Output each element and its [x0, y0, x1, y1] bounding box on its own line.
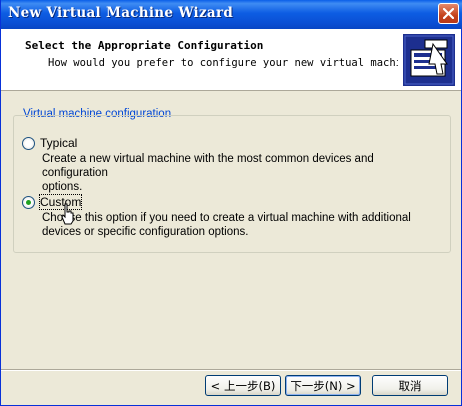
cancel-button[interactable]: 取消	[372, 375, 448, 396]
title-bar[interactable]: New Virtual Machine Wizard	[1, 0, 462, 29]
typical-description-line: options.	[42, 181, 83, 193]
custom-description-line: devices or specific configuration option…	[42, 226, 249, 238]
custom-radio[interactable]	[22, 195, 35, 209]
custom-description-line: Choose this option if you need to create…	[42, 212, 411, 224]
vm-wizard-icon	[403, 34, 455, 86]
typical-description-line: Create a new virtual machine with the mo…	[42, 153, 374, 179]
custom-description: Choose this option if you need to create…	[42, 211, 442, 239]
back-button[interactable]: < 上一步(B)	[205, 375, 281, 396]
typical-description: Create a new virtual machine with the mo…	[42, 152, 442, 194]
typical-radio[interactable]	[22, 136, 35, 150]
close-button[interactable]	[438, 3, 459, 24]
header-subtitle: How would you prefer to configure your n…	[48, 57, 398, 69]
header-title: Select the Appropriate Configuration	[25, 39, 264, 52]
window-title: New Virtual Machine Wizard	[8, 5, 234, 21]
close-icon	[443, 8, 454, 19]
wizard-header: Select the Appropriate Configuration How…	[1, 29, 461, 91]
typical-option[interactable]: Typical	[22, 135, 77, 151]
next-button[interactable]: 下一步(N) >	[285, 375, 361, 396]
typical-label[interactable]: Typical	[40, 136, 77, 150]
button-separator	[1, 369, 461, 371]
hand-cursor-icon	[61, 203, 74, 225]
wizard-window: New Virtual Machine Wizard Select the Ap…	[0, 0, 462, 406]
